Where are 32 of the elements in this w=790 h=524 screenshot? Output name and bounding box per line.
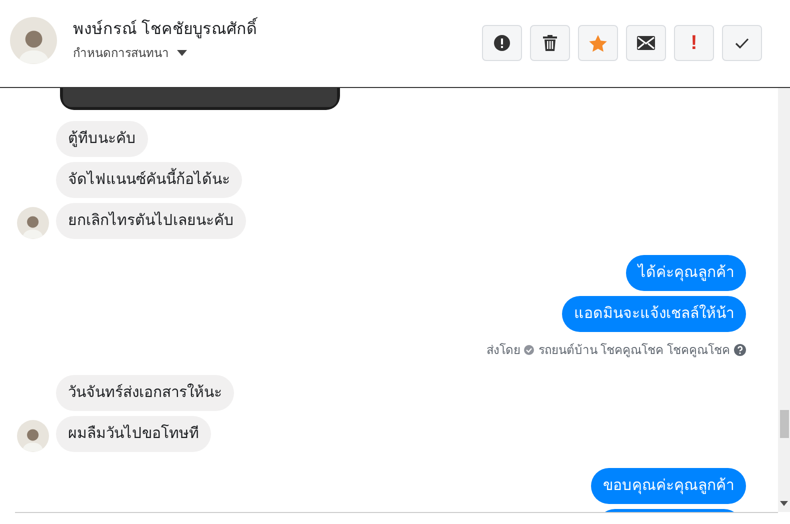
scrollbar[interactable] — [778, 88, 790, 512]
check-button[interactable] — [722, 25, 762, 61]
avatar — [10, 17, 57, 64]
message-bubble: ขอบคุณค่ะคุณลูกค้า — [591, 468, 746, 504]
message-bubble: ยกเลิกไทรตันไปเลยนะคับ — [56, 203, 246, 239]
star-button[interactable] — [578, 25, 618, 61]
star-icon — [589, 34, 607, 52]
message-bubble: ได้ค่ะคุณลูกค้า — [626, 255, 746, 291]
message-bubble: ตู้ทีบนะคับ — [56, 121, 148, 157]
trash-icon — [543, 35, 557, 51]
sent-by-label: ส่งโดย — [486, 342, 520, 359]
contact-name: พงษ์กรณ์ โชคชัยบูรณศักดิ์ — [73, 19, 256, 41]
avatar — [17, 207, 49, 239]
conversation-settings-link[interactable]: กำหนดการสนทนา — [73, 44, 169, 62]
caret-icon[interactable] — [177, 50, 187, 56]
scrollbar-thumb[interactable] — [780, 410, 789, 438]
message-bubble: ผมลืมวันไปขอโทษที — [56, 416, 211, 452]
check-icon — [735, 38, 749, 48]
mail-icon — [637, 36, 655, 50]
message-bubble: จัดไฟแนนซ์คันนี้ก้อได้นะ — [56, 162, 242, 198]
check-circle-icon — [524, 345, 534, 355]
scroll-down-icon[interactable] — [780, 501, 788, 506]
trash-button[interactable] — [530, 25, 570, 61]
alert-icon — [494, 35, 510, 51]
message-bubble: แอดมินจะแจ้งเชลล์ให้น้า — [562, 296, 746, 332]
sender-name: รถยนต์บ้าน โชคคูณโชค โชคคูณโชค — [538, 342, 730, 359]
avatar — [17, 420, 49, 452]
help-icon[interactable] — [734, 344, 746, 356]
message-bubble: วันจันทร์ส่งเอกสารให้นะ — [56, 375, 234, 411]
mark-button[interactable]: ! — [674, 25, 714, 61]
mail-button[interactable] — [626, 25, 666, 61]
alert-button[interactable] — [482, 25, 522, 61]
